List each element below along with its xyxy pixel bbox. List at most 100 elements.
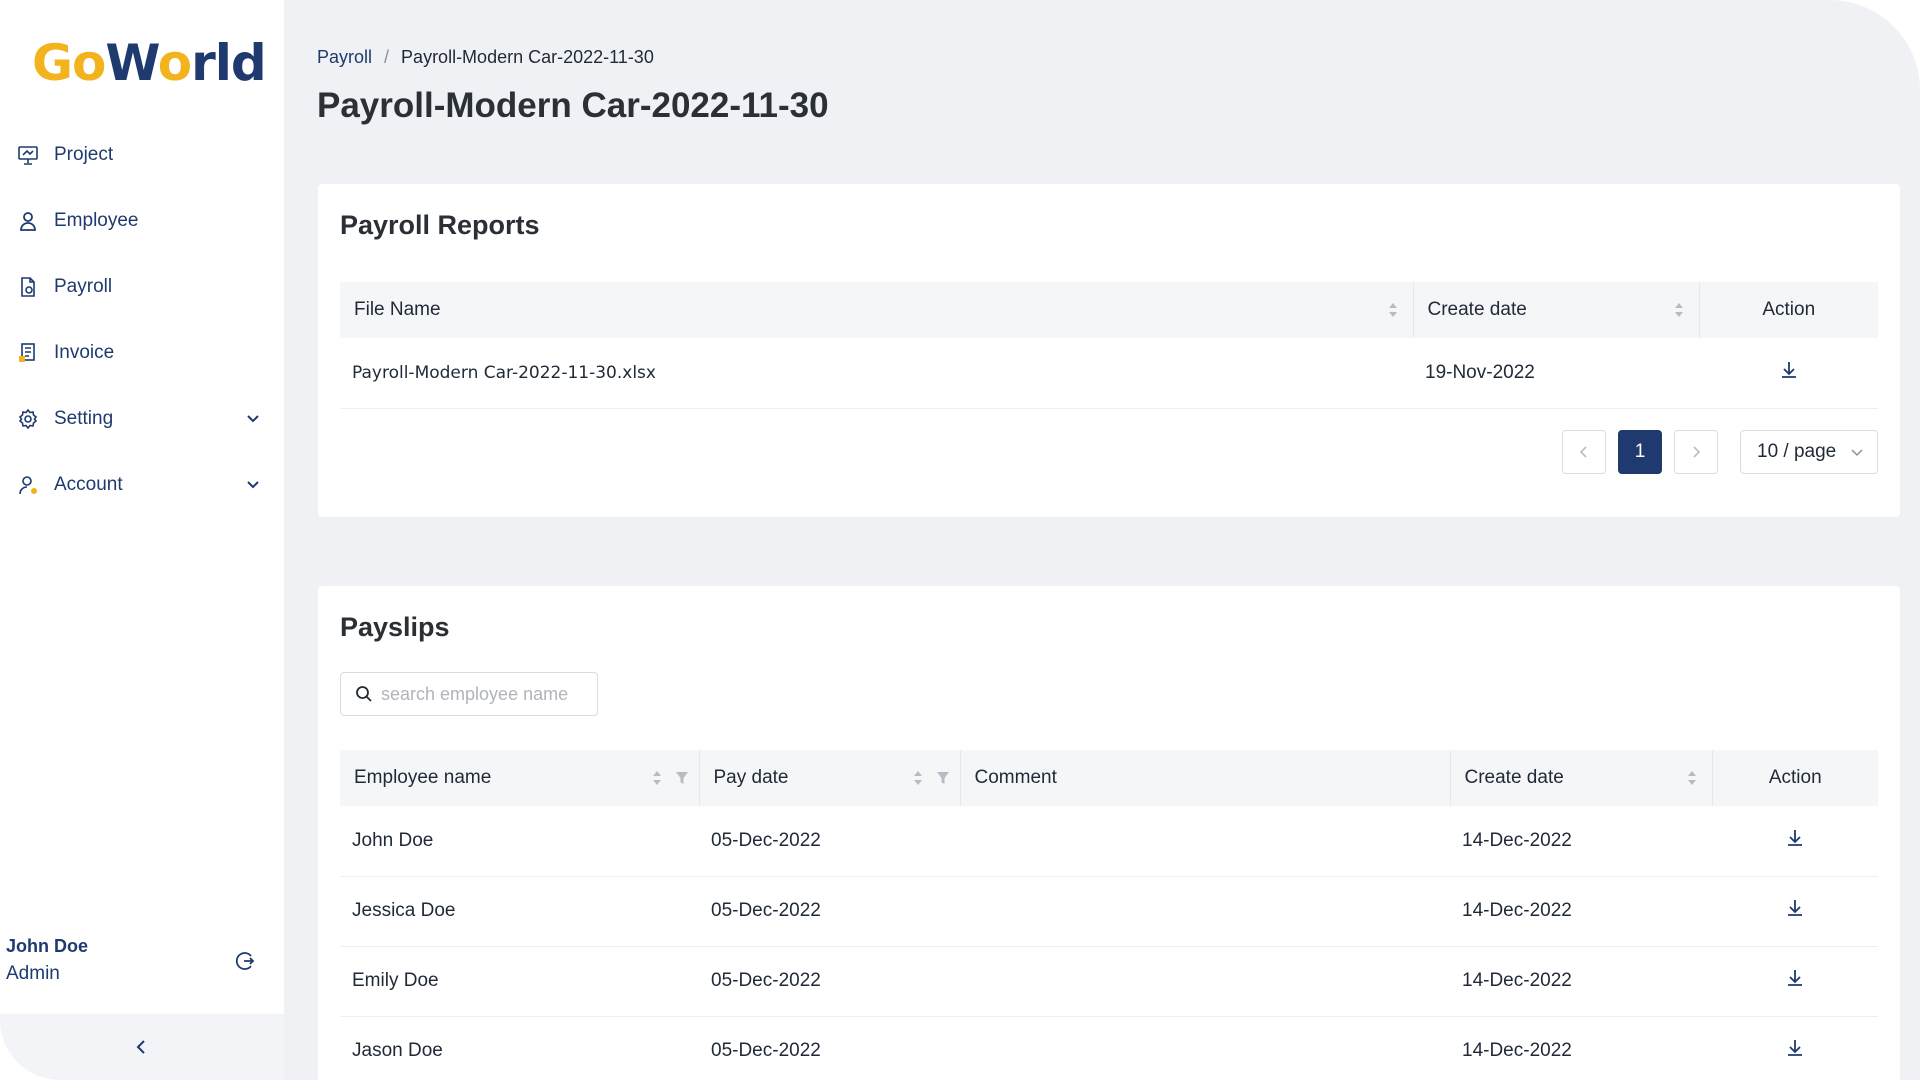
employee-name-cell: Emily Doe bbox=[340, 946, 699, 1017]
sidebar-item-employee[interactable]: Employee bbox=[0, 188, 284, 254]
pagination: 1 10 / page bbox=[1562, 430, 1878, 474]
prev-page-button[interactable] bbox=[1562, 430, 1606, 474]
search-icon bbox=[356, 686, 372, 702]
action-cell bbox=[1712, 806, 1878, 877]
payslips-table: Employee name Pay date Comment Create da… bbox=[340, 750, 1878, 1080]
sidebar-item-account[interactable]: Account bbox=[0, 452, 284, 518]
sidebar-item-label: Employee bbox=[54, 210, 139, 231]
goworld-logo[interactable]: GoWorld bbox=[32, 38, 267, 88]
action-cell bbox=[1712, 946, 1878, 1017]
sidebar-item-label: Payroll bbox=[54, 276, 113, 297]
breadcrumb: Payroll / Payroll-Modern Car-2022-11-30 bbox=[317, 47, 654, 68]
sidebar-item-label: Setting bbox=[54, 408, 114, 429]
file-name-cell: Payroll-Modern Car-2022-11-30.xlsx bbox=[340, 338, 1413, 409]
pay-date-cell: 05-Dec-2022 bbox=[699, 1016, 960, 1080]
breadcrumb-current: Payroll-Modern Car-2022-11-30 bbox=[401, 47, 654, 67]
sort-icon[interactable] bbox=[651, 768, 663, 788]
table-row: Emily Doe 05-Dec-2022 14-Dec-2022 bbox=[340, 946, 1878, 1017]
create-date-cell: 14-Dec-2022 bbox=[1450, 806, 1712, 877]
payroll-reports-table: File Name Create date Action Payroll-Mod… bbox=[340, 282, 1878, 409]
app-frame: GoWorld Project Employee Payroll Invoice… bbox=[0, 0, 1920, 1080]
account-icon bbox=[16, 473, 40, 497]
comment-cell bbox=[960, 946, 1450, 1017]
column-header-pay-date[interactable]: Pay date bbox=[699, 750, 961, 806]
comment-cell bbox=[960, 876, 1450, 947]
table-row: John Doe 05-Dec-2022 14-Dec-2022 bbox=[340, 806, 1878, 877]
column-header-create-date[interactable]: Create date bbox=[1413, 282, 1700, 338]
search-input[interactable] bbox=[381, 683, 581, 705]
setting-icon bbox=[16, 407, 40, 431]
download-icon[interactable] bbox=[1785, 898, 1805, 918]
sort-icon[interactable] bbox=[1686, 768, 1698, 788]
sort-icon[interactable] bbox=[1387, 300, 1399, 320]
action-cell bbox=[1699, 338, 1878, 409]
create-date-cell: 14-Dec-2022 bbox=[1450, 876, 1712, 947]
sort-icon[interactable] bbox=[1673, 300, 1685, 320]
page-size-select[interactable]: 10 / page bbox=[1740, 430, 1878, 474]
column-header-employee-name[interactable]: Employee name bbox=[340, 750, 700, 806]
chevron-right-icon bbox=[1693, 446, 1701, 458]
next-page-button[interactable] bbox=[1674, 430, 1718, 474]
invoice-icon bbox=[16, 341, 40, 365]
sidebar-item-label: Invoice bbox=[54, 342, 115, 363]
employee-name-cell: Jessica Doe bbox=[340, 876, 699, 947]
pay-date-cell: 05-Dec-2022 bbox=[699, 946, 960, 1017]
pay-date-cell: 05-Dec-2022 bbox=[699, 806, 960, 877]
table-row: Jason Doe 05-Dec-2022 14-Dec-2022 bbox=[340, 1016, 1878, 1080]
comment-cell bbox=[960, 1016, 1450, 1080]
create-date-cell: 14-Dec-2022 bbox=[1450, 946, 1712, 1017]
payroll-icon bbox=[16, 275, 40, 299]
chevron-left-icon bbox=[1579, 446, 1587, 458]
action-cell bbox=[1712, 1016, 1878, 1080]
create-date-cell: 19-Nov-2022 bbox=[1413, 338, 1699, 409]
table-header-row: File Name Create date Action bbox=[340, 282, 1878, 338]
project-icon bbox=[16, 143, 40, 167]
chevron-left-icon bbox=[136, 1040, 145, 1054]
page-title: Payroll-Modern Car-2022-11-30 bbox=[317, 86, 829, 125]
page-1-button[interactable]: 1 bbox=[1618, 430, 1662, 474]
comment-cell bbox=[960, 806, 1450, 877]
logout-icon[interactable] bbox=[234, 950, 256, 972]
download-icon[interactable] bbox=[1785, 968, 1805, 988]
pay-date-cell: 05-Dec-2022 bbox=[699, 876, 960, 947]
chevron-down-icon[interactable] bbox=[244, 410, 262, 428]
payroll-reports-title: Payroll Reports bbox=[340, 210, 540, 240]
sidebar-item-invoice[interactable]: Invoice bbox=[0, 320, 284, 386]
payroll-reports-card: Payroll Reports File Name Create date Ac… bbox=[318, 184, 1900, 517]
sidebar-nav: Project Employee Payroll Invoice Setting… bbox=[0, 122, 284, 518]
employee-icon bbox=[16, 209, 40, 233]
sidebar-item-project[interactable]: Project bbox=[0, 122, 284, 188]
sidebar-item-label: Project bbox=[54, 144, 114, 165]
column-header-action: Action bbox=[1712, 750, 1878, 806]
download-icon[interactable] bbox=[1779, 360, 1799, 380]
chevron-down-icon[interactable] bbox=[244, 476, 262, 494]
download-icon[interactable] bbox=[1785, 828, 1805, 848]
employee-name-cell: Jason Doe bbox=[340, 1016, 699, 1080]
filter-icon[interactable] bbox=[675, 770, 689, 786]
user-profile: John Doe Admin bbox=[6, 936, 276, 985]
sidebar-item-payroll[interactable]: Payroll bbox=[0, 254, 284, 320]
filter-icon[interactable] bbox=[936, 770, 950, 786]
table-row: Payroll-Modern Car-2022-11-30.xlsx 19-No… bbox=[340, 338, 1878, 409]
sidebar-collapse-button[interactable] bbox=[0, 1014, 284, 1080]
sidebar: GoWorld Project Employee Payroll Invoice… bbox=[0, 0, 284, 1080]
sidebar-item-setting[interactable]: Setting bbox=[0, 386, 284, 452]
column-header-action: Action bbox=[1699, 282, 1878, 338]
table-header-row: Employee name Pay date Comment Create da… bbox=[340, 750, 1878, 806]
create-date-cell: 14-Dec-2022 bbox=[1450, 1016, 1712, 1080]
column-header-file-name[interactable]: File Name bbox=[340, 282, 1414, 338]
chevron-down-icon bbox=[1851, 449, 1863, 457]
employee-search[interactable] bbox=[340, 672, 598, 716]
action-cell bbox=[1712, 876, 1878, 947]
column-header-create-date[interactable]: Create date bbox=[1450, 750, 1713, 806]
download-icon[interactable] bbox=[1785, 1038, 1805, 1058]
table-row: Jessica Doe 05-Dec-2022 14-Dec-2022 bbox=[340, 876, 1878, 947]
sort-icon[interactable] bbox=[912, 768, 924, 788]
column-header-comment: Comment bbox=[960, 750, 1451, 806]
breadcrumb-payroll-link[interactable]: Payroll bbox=[317, 47, 372, 68]
breadcrumb-separator: / bbox=[384, 47, 390, 67]
payslips-card: Payslips Employee name Pay date bbox=[318, 586, 1900, 1080]
payslips-title: Payslips bbox=[340, 612, 450, 642]
sidebar-item-label: Account bbox=[54, 474, 123, 495]
employee-name-cell: John Doe bbox=[340, 806, 699, 877]
